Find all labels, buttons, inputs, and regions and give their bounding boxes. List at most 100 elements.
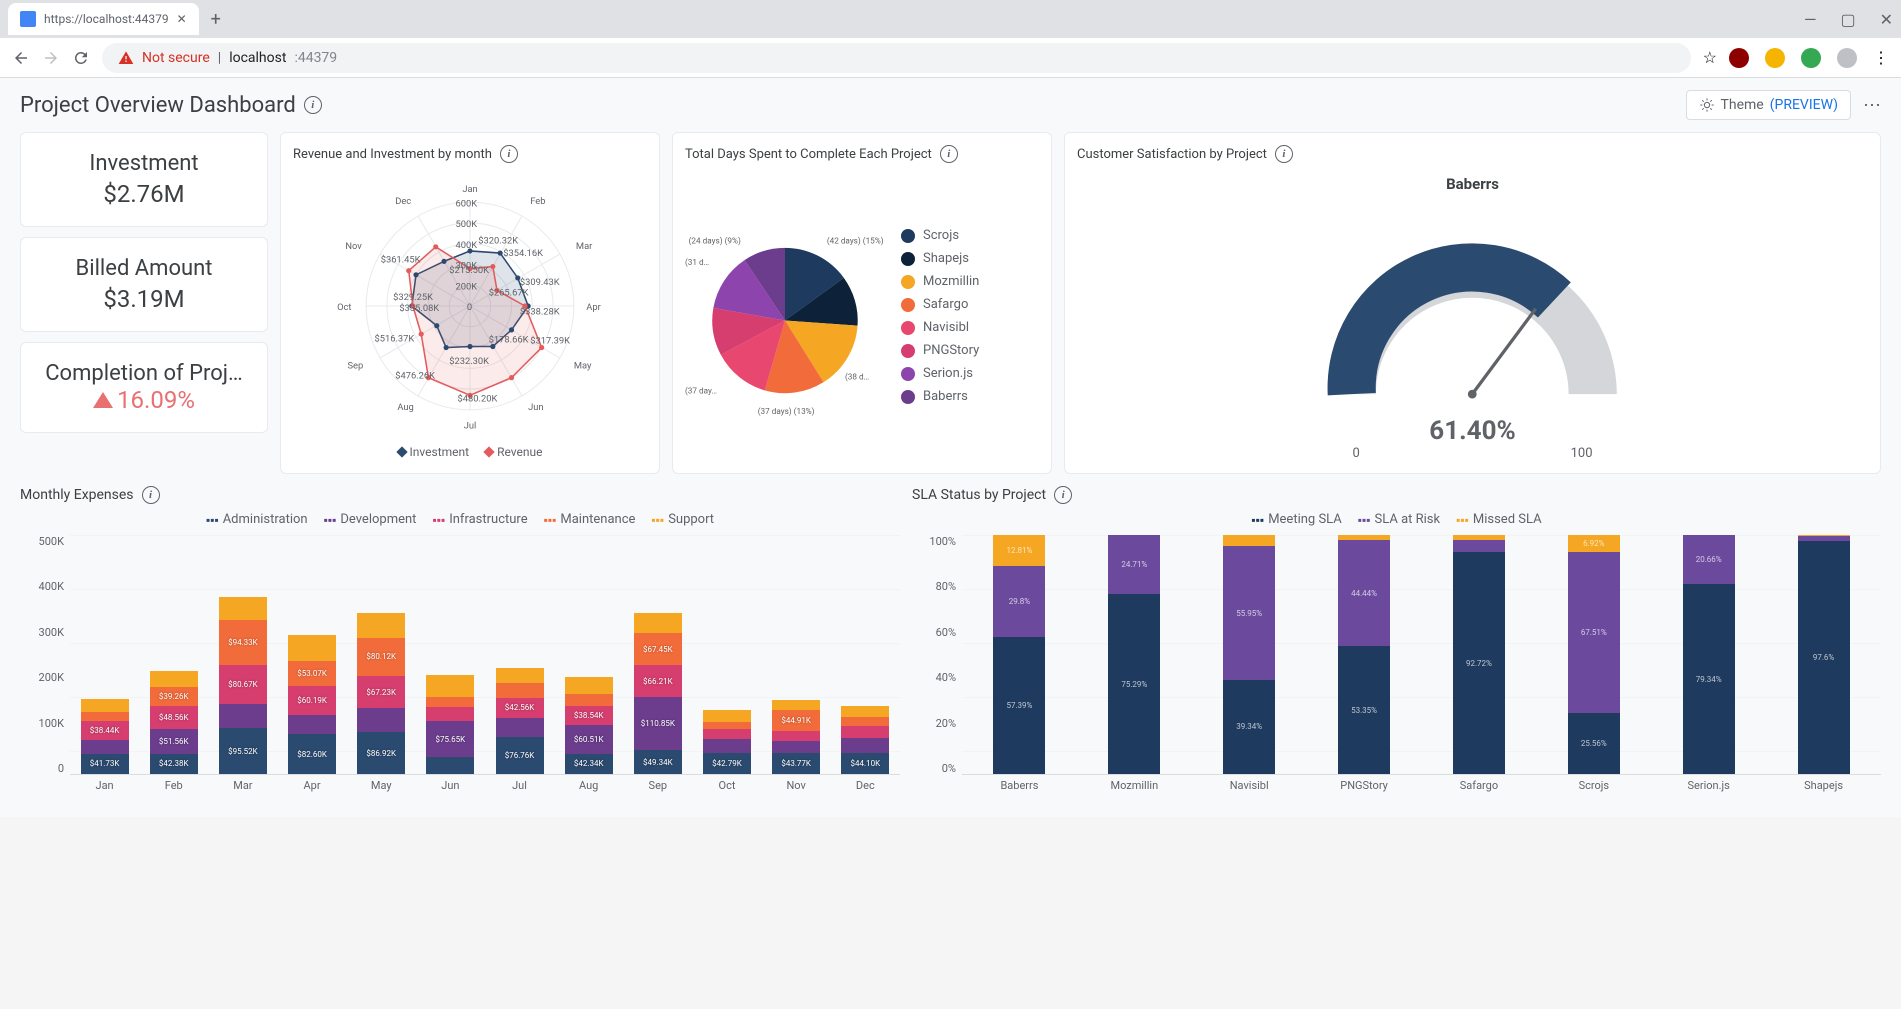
info-icon[interactable]: i: [940, 145, 958, 163]
sla-plot: 12.81%29.8%57.39% 24.71%75.29% 55.95%39.34…: [962, 535, 1881, 775]
svg-text:$309.43K: $309.43K: [520, 277, 560, 288]
back-button[interactable]: [12, 49, 30, 67]
bar-group[interactable]: $95.52K$80.67K$94.33K$47.78K: [219, 597, 267, 774]
pie-legend-item[interactable]: Mozmillin: [901, 274, 979, 289]
window-controls: — ▢ ✕: [1804, 10, 1893, 29]
addr-host: localhost: [229, 50, 286, 66]
sla-legend: ▪▪▪Meeting SLA ▪▪▪SLA at Risk ▪▪▪Missed SL…: [912, 512, 1881, 527]
svg-text:Feb: Feb: [530, 196, 545, 207]
pie-legend-item[interactable]: Safargo: [901, 297, 979, 312]
sla-bar-group[interactable]: 24.71%75.29%: [1108, 535, 1160, 774]
bar-group[interactable]: $44.10K$22.37K: [841, 706, 889, 774]
reload-button[interactable]: [72, 49, 90, 67]
sla-bar-group[interactable]: 92.72%: [1453, 535, 1505, 774]
bar-group[interactable]: $49.34K$110.85K$66.21K$67.45K$41.20K: [634, 613, 682, 774]
info-icon[interactable]: i: [142, 486, 160, 504]
svg-text:Jun: Jun: [528, 402, 543, 413]
theme-label: Theme: [1721, 97, 1764, 113]
profile-icon[interactable]: [1837, 48, 1857, 68]
sla-title: SLA Status by Project: [912, 487, 1046, 503]
bar-group[interactable]: $86.92K$67.23K$80.12K$51.06K: [357, 613, 405, 774]
kpi-completion: Completion of Proj… 16.09%: [20, 342, 268, 433]
svg-text:$232.30K: $232.30K: [449, 356, 489, 367]
bar-group[interactable]: $75.65K$45.52K: [426, 675, 474, 774]
svg-text:$329.25K: $329.25K: [393, 292, 433, 303]
pie-legend-item[interactable]: PNGStory: [901, 343, 979, 358]
svg-text:(42 days) (15%): (42 days) (15%): [827, 235, 884, 246]
sla-legend-item[interactable]: ▪▪▪Meeting SLA: [1251, 512, 1341, 527]
pie-legend-item[interactable]: Serion.js: [901, 366, 979, 381]
sla-legend-item[interactable]: ▪▪▪SLA at Risk: [1358, 512, 1440, 527]
bar-group[interactable]: $76.76K$42.56K$31.53K: [496, 668, 544, 774]
svg-text:(31 d…: (31 d…: [685, 257, 709, 268]
kpi-billed-value: $3.19M: [29, 285, 259, 313]
sla-bar-group[interactable]: 6.92%67.51%25.56%: [1568, 535, 1620, 774]
pie-legend-dot: [901, 367, 915, 381]
browser-tab[interactable]: https://localhost:44379 ✕: [8, 3, 199, 35]
warning-icon: [118, 50, 134, 66]
pie-chart[interactable]: (42 days) (15%) (24 days) (9%) (31 d… (3…: [685, 216, 885, 416]
expenses-legend: ▪▪▪Administration ▪▪▪Development ▪▪▪Infras…: [20, 512, 900, 527]
kpi-billed-label: Billed Amount: [29, 256, 259, 281]
svg-text:0: 0: [467, 302, 472, 313]
bar-group[interactable]: $43.77K$44.91K$20.90K: [772, 700, 820, 774]
pie-legend-item[interactable]: Navisibl: [901, 320, 979, 335]
gauge-series: Baberrs: [1446, 175, 1499, 193]
sla-bar-group[interactable]: 55.95%39.34%: [1223, 535, 1275, 774]
svg-text:$338.28K: $338.28K: [520, 306, 560, 317]
radar-chart[interactable]: JanFebMarAprMayJunJulAugSepOctNovDec 600…: [293, 171, 647, 441]
maximize-icon[interactable]: ▢: [1840, 10, 1855, 29]
expenses-y-axis: 500K400K300K200K100K0: [20, 535, 70, 775]
url-input[interactable]: Not secure | localhost:44379: [102, 43, 1691, 73]
info-icon[interactable]: i: [304, 96, 322, 114]
ext-icon-2[interactable]: [1765, 48, 1785, 68]
svg-text:$317.39K: $317.39K: [530, 335, 570, 346]
pie-legend-dot: [901, 344, 915, 358]
minimize-icon[interactable]: —: [1804, 10, 1817, 29]
exp-legend-item[interactable]: ▪▪▪Maintenance: [544, 512, 636, 527]
svg-text:Apr: Apr: [586, 302, 601, 313]
info-icon[interactable]: i: [1054, 486, 1072, 504]
bar-group[interactable]: $42.34K$60.51K$38.54K$35.59K: [565, 677, 613, 774]
sla-bar-group[interactable]: 20.66%79.34%: [1683, 535, 1735, 774]
bar-icon: ▪▪▪: [651, 513, 664, 527]
expenses-chart[interactable]: 500K400K300K200K100K0 $41.73K$38.44K$26.…: [20, 535, 900, 805]
pie-legend-item[interactable]: Baberrs: [901, 389, 979, 404]
bar-group[interactable]: $42.38K$51.56K$48.56K$39.26K$33.23K: [150, 671, 198, 774]
pie-legend-dot: [901, 321, 915, 335]
sla-bar-group[interactable]: 97.6%: [1798, 535, 1850, 774]
svg-text:(37 day…: (37 day…: [685, 385, 717, 396]
new-tab-button[interactable]: +: [211, 9, 221, 30]
svg-text:Jul: Jul: [464, 421, 477, 432]
dashboard-menu-icon[interactable]: ⋯: [1863, 95, 1881, 116]
sla-legend-item[interactable]: ▪▪▪Missed SLA: [1456, 512, 1541, 527]
sla-bar-group[interactable]: 44.44%53.35%: [1338, 535, 1390, 774]
sla-card: SLA Status by Projecti ▪▪▪Meeting SLA▪▪▪…: [912, 486, 1881, 805]
bar-group[interactable]: $82.60K$60.19K$53.07K$53.90K: [288, 635, 336, 774]
gauge-value: 61.40%: [1429, 416, 1515, 446]
exp-legend-item[interactable]: ▪▪▪Infrastructure: [432, 512, 527, 527]
exp-legend-item[interactable]: ▪▪▪Support: [651, 512, 714, 527]
tab-close-icon[interactable]: ✕: [177, 12, 187, 26]
forward-button[interactable]: [42, 49, 60, 67]
exp-legend-item[interactable]: ▪▪▪Development: [324, 512, 417, 527]
ext-icon-3[interactable]: [1801, 48, 1821, 68]
theme-button[interactable]: Theme (PREVIEW): [1686, 90, 1852, 120]
info-icon[interactable]: i: [1275, 145, 1293, 163]
exp-legend-item[interactable]: ▪▪▪Administration: [206, 512, 308, 527]
sla-bar-group[interactable]: 12.81%29.8%57.39%: [993, 535, 1045, 774]
star-icon[interactable]: ☆: [1703, 48, 1717, 67]
gauge-chart[interactable]: [1308, 197, 1637, 416]
close-window-icon[interactable]: ✕: [1880, 10, 1893, 29]
ext-icon-1[interactable]: [1729, 48, 1749, 68]
browser-menu-icon[interactable]: ⋮: [1873, 48, 1889, 67]
pie-legend-dot: [901, 275, 915, 289]
info-icon[interactable]: i: [500, 145, 518, 163]
pie-legend-item[interactable]: Scrojs: [901, 228, 979, 243]
sla-chart[interactable]: 100%80%60%40%20%0% 12.81%29.8%57.39%24.7…: [912, 535, 1881, 805]
sla-x-axis: BaberrsMozmillinNavisiblPNGStorySafargoS…: [962, 779, 1881, 805]
bar-group[interactable]: $41.73K$38.44K$26.02K: [81, 699, 129, 774]
pie-legend-item[interactable]: Shapejs: [901, 251, 979, 266]
bar-icon: ▪▪▪: [1358, 513, 1371, 527]
bar-group[interactable]: $42.79K$25.67K: [703, 710, 751, 774]
